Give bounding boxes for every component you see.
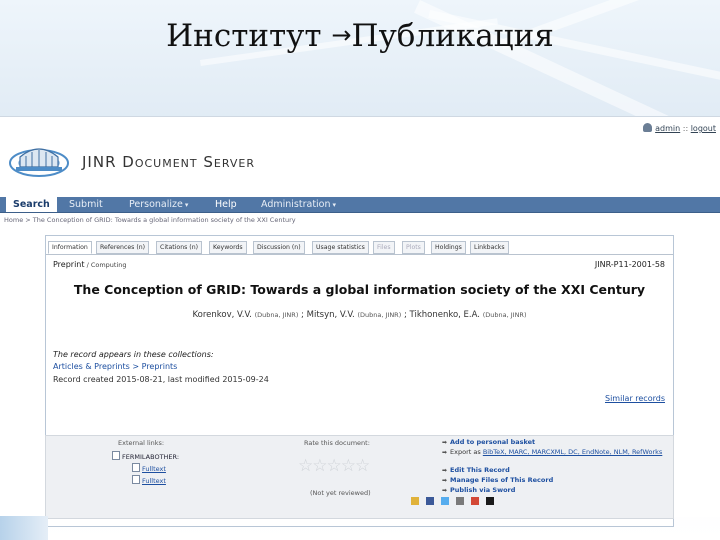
jinr-logo-icon[interactable] [8,137,70,179]
record-category: Preprint / Computing [53,260,127,269]
rating-status: (Not yet reviewed) [310,489,371,497]
author-link[interactable]: Tikhonenko, E.A. [410,310,480,320]
delicious-share-icon[interactable] [486,497,495,505]
rating-title: Rate this document: [304,439,370,447]
user-link[interactable]: admin [655,124,680,133]
breadcrumb[interactable]: Home > The Conception of GRID: Towards a… [4,216,296,224]
record-title: The Conception of GRID: Towards a global… [73,282,646,297]
logout-link[interactable]: logout [691,124,716,133]
bookmark-share-icon[interactable] [456,497,465,505]
share-icons [411,497,496,505]
tab-plots: Plots [402,241,425,254]
twitter-share-icon[interactable] [441,497,450,505]
add-to-basket-link[interactable]: ➡ Add to personal basket [442,438,535,446]
author-link[interactable]: Korenkov, V.V. [193,310,252,320]
tab-holdings[interactable]: Holdings [431,241,466,254]
fulltext-link[interactable]: Fulltext [132,475,166,485]
nav-search[interactable]: Search [6,197,57,212]
manage-files-link[interactable]: ➡ Manage Files of This Record [442,476,553,484]
tab-references[interactable]: References (n) [96,241,150,254]
facebook-share-icon[interactable] [426,497,435,505]
external-source: FERMILABOTHER: [112,451,179,461]
arrow-right-icon: ➡ [442,449,448,456]
slide-title: Институт →Публикация [166,18,554,54]
tab-discussion[interactable]: Discussion (n) [253,241,305,254]
arrow-right-icon: ➡ [442,477,448,484]
record-number: JINR-P11-2001-58 [594,260,665,269]
tab-citations[interactable]: Citations (n) [156,241,203,254]
publish-sword-link[interactable]: ➡ Publish via Sword [442,486,515,494]
record-authors: Korenkov, V.V. (Dubna, JINR) ; Mitsyn, V… [192,310,527,320]
tab-files: Files [373,241,395,254]
document-icon [112,451,120,460]
document-icon [132,475,140,484]
external-links-title: External links: [118,439,165,447]
record-dates: Record created 2015-08-21, last modified… [53,375,269,384]
arrow-right-icon: ➡ [442,487,448,494]
collections-link[interactable]: Articles & Preprints > Preprints [53,362,177,371]
slide-corner-decoration [0,516,48,540]
document-icon [132,463,140,472]
nav-administration[interactable]: Administration ▾ [254,197,343,212]
tab-linkbacks[interactable]: Linkbacks [470,241,509,254]
nav-submit[interactable]: Submit [62,197,110,212]
chevron-down-icon: ▾ [332,201,337,209]
main-navigation: Search Submit Personalize ▾ Help Administ… [0,197,720,213]
email-share-icon[interactable] [411,497,419,505]
tab-divider [46,254,673,255]
arrow-right-icon: ➡ [442,439,448,446]
user-icon [643,123,653,132]
arrow-icon: → [331,21,352,49]
tab-keywords[interactable]: Keywords [209,241,247,254]
author-link[interactable]: Mitsyn, V.V. [307,310,355,320]
export-formats[interactable]: ➡ Export as BibTeX, MARC, MARCXML, DC, En… [442,448,662,456]
collections-label: The record appears in these collections: [53,350,214,359]
record-tools-panel: External links: FERMILABOTHER: Fulltext … [45,435,674,519]
google-share-icon[interactable] [471,497,480,505]
tab-information[interactable]: Information [48,241,92,254]
tab-usage-statistics[interactable]: Usage statistics [312,241,369,254]
nav-help[interactable]: Help [208,197,244,212]
site-brand[interactable]: JINR DOCUMENT SERVER [82,153,255,171]
edit-record-link[interactable]: ➡ Edit This Record [442,466,510,474]
nav-personalize[interactable]: Personalize ▾ [122,197,195,212]
browser-page: admin :: logout JINR DOCUMENT SERVER Sea… [0,116,720,527]
arrow-right-icon: ➡ [442,467,448,474]
chevron-down-icon: ▾ [184,201,189,209]
fulltext-link[interactable]: Fulltext [132,463,166,473]
rating-stars[interactable]: ☆☆☆☆☆ [298,456,370,476]
record-tabs: Information References (n) Citations (n)… [46,238,673,255]
user-bar: admin :: logout [643,123,716,133]
similar-records-link[interactable]: Similar records [605,394,665,403]
